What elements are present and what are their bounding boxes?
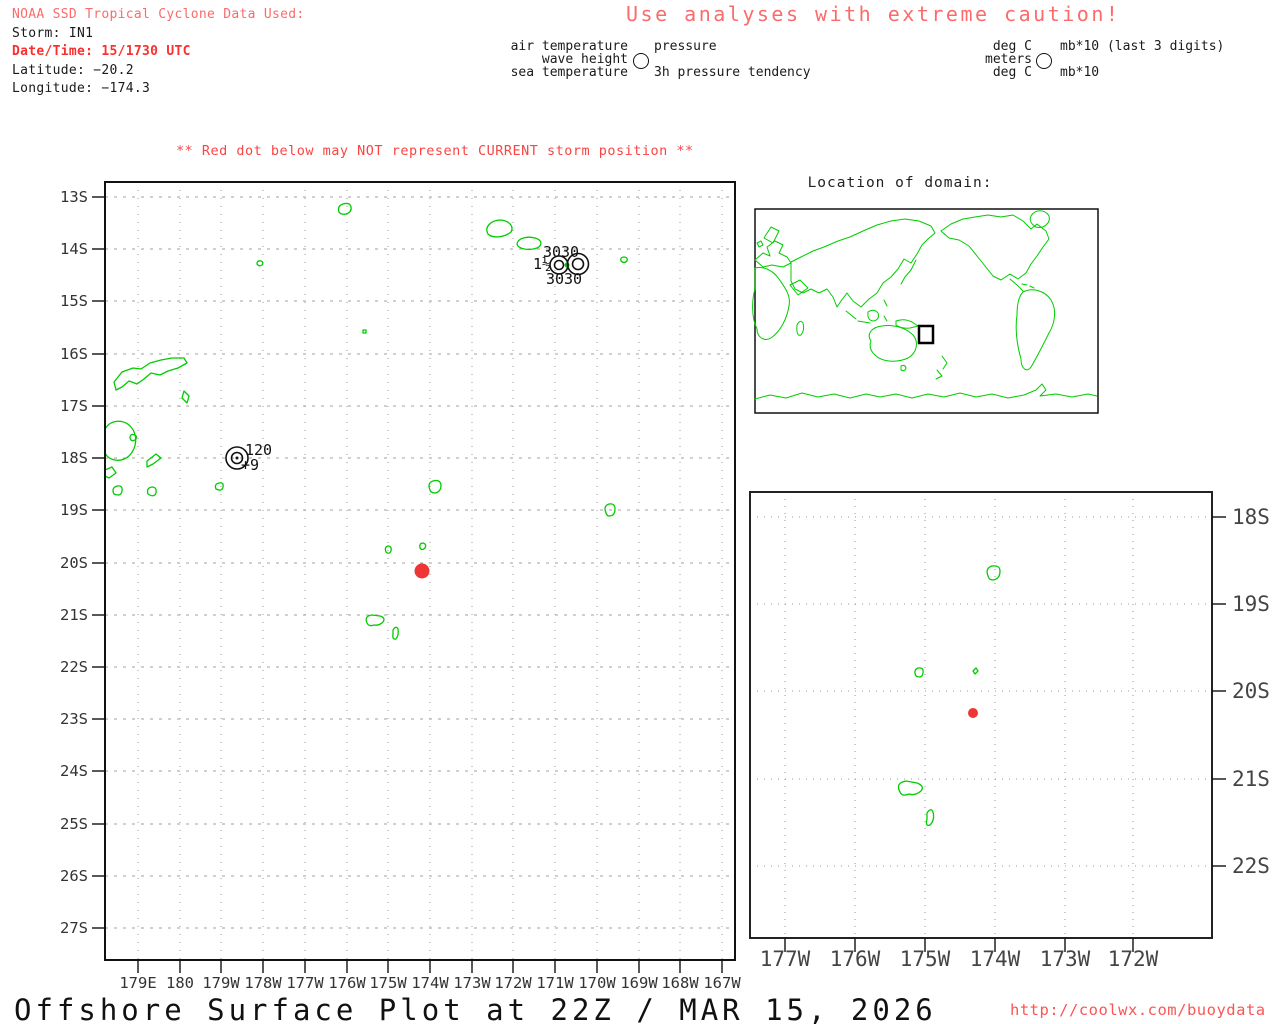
world-map-coastlines	[752, 210, 1098, 400]
main-map-lat-axis: 13S 14S 15S 16S 17S 18S 19S 20S 21S 22S …	[60, 188, 105, 937]
lon-label: 180	[166, 974, 194, 992]
inset-storm-position-dot	[968, 708, 978, 718]
inset-lat-axis: 18S 19S 20S 21S 22S	[1212, 505, 1270, 878]
world-domain-map: Location of domain:	[752, 175, 1099, 414]
main-map: 120 +9 3030 1½ 3030 13S 14S 15S 16S 17S …	[60, 181, 741, 992]
lat-label: 21S	[60, 606, 88, 624]
lat-label: 20S	[60, 554, 88, 572]
lat-label: 25S	[60, 815, 88, 833]
inset-lat-label: 19S	[1232, 592, 1270, 616]
main-map-latitude-grid	[105, 196, 735, 929]
lat-label: 24S	[60, 762, 88, 780]
lat-label: 14S	[60, 240, 88, 258]
fiji-station-tendency: +9	[241, 456, 259, 474]
inset-map-frame	[749, 491, 1213, 939]
lon-label: 179E	[119, 974, 156, 992]
lat-label: 23S	[60, 710, 88, 728]
lat-label: 27S	[60, 919, 88, 937]
lat-label: 17S	[60, 397, 88, 415]
main-map-lon-axis: 179E 180 179W 178W 177W 176W 175W 174W 1…	[119, 960, 741, 992]
inset-lon-label: 172W	[1108, 947, 1159, 971]
inset-lat-label: 18S	[1232, 505, 1270, 529]
inset-lon-label: 174W	[970, 947, 1021, 971]
lon-label: 177W	[286, 974, 324, 992]
lon-label: 170W	[578, 974, 616, 992]
lat-label: 13S	[60, 188, 88, 206]
lon-label: 169W	[620, 974, 658, 992]
inset-lon-label: 173W	[1040, 947, 1091, 971]
lon-label: 179W	[202, 974, 240, 992]
lon-label: 172W	[494, 974, 532, 992]
lon-label: 167W	[703, 974, 741, 992]
storm-position-dot	[414, 563, 430, 579]
domain-map-title: Location of domain:	[808, 175, 993, 191]
domain-rectangle	[917, 324, 935, 345]
inset-coastlines	[897, 565, 1001, 827]
buoy-plot-screen: NOAA SSD Tropical Cyclone Data Used: Sto…	[0, 0, 1280, 1024]
world-map-frame	[754, 208, 1099, 414]
inset-lon-label: 175W	[900, 947, 951, 971]
lat-label: 15S	[60, 292, 88, 310]
inset-lon-label: 177W	[760, 947, 811, 971]
pago-station-pressure-bottom: 3030	[546, 270, 582, 288]
plot-title: Offshore Surface Plot at 22Z / MAR 15, 2…	[14, 993, 937, 1024]
inset-lon-axis: 177W 176W 175W 174W 173W 172W	[760, 938, 1159, 971]
lon-label: 168W	[661, 974, 699, 992]
inset-grid	[750, 492, 1212, 938]
source-url[interactable]: http://coolwx.com/buoydata	[1010, 1001, 1266, 1019]
inset-lat-label: 20S	[1232, 679, 1270, 703]
pago-station1-inner-circle	[553, 259, 565, 271]
map-canvas: 120 +9 3030 1½ 3030 13S 14S 15S 16S 17S …	[60, 175, 1270, 992]
fiji-station-dot	[235, 456, 239, 460]
main-map-longitude-grid	[137, 182, 723, 960]
lat-label: 16S	[60, 345, 88, 363]
inset-lat-label: 22S	[1232, 854, 1270, 878]
lon-label: 175W	[369, 974, 407, 992]
lat-label: 18S	[60, 449, 88, 467]
station-plots: 120 +9 3030 1½ 3030	[225, 243, 590, 474]
lat-label: 22S	[60, 658, 88, 676]
lat-label: 19S	[60, 501, 88, 519]
lon-label: 173W	[453, 974, 491, 992]
lon-label: 176W	[328, 974, 366, 992]
lon-label: 174W	[411, 974, 449, 992]
lon-label: 171W	[536, 974, 574, 992]
inset-lat-label: 21S	[1232, 767, 1270, 791]
inset-lon-label: 176W	[830, 947, 881, 971]
lat-label: 26S	[60, 867, 88, 885]
lon-label: 178W	[244, 974, 282, 992]
inset-domain-map: 177W 176W 175W 174W 173W 172W 18S 19S 20…	[749, 491, 1270, 971]
